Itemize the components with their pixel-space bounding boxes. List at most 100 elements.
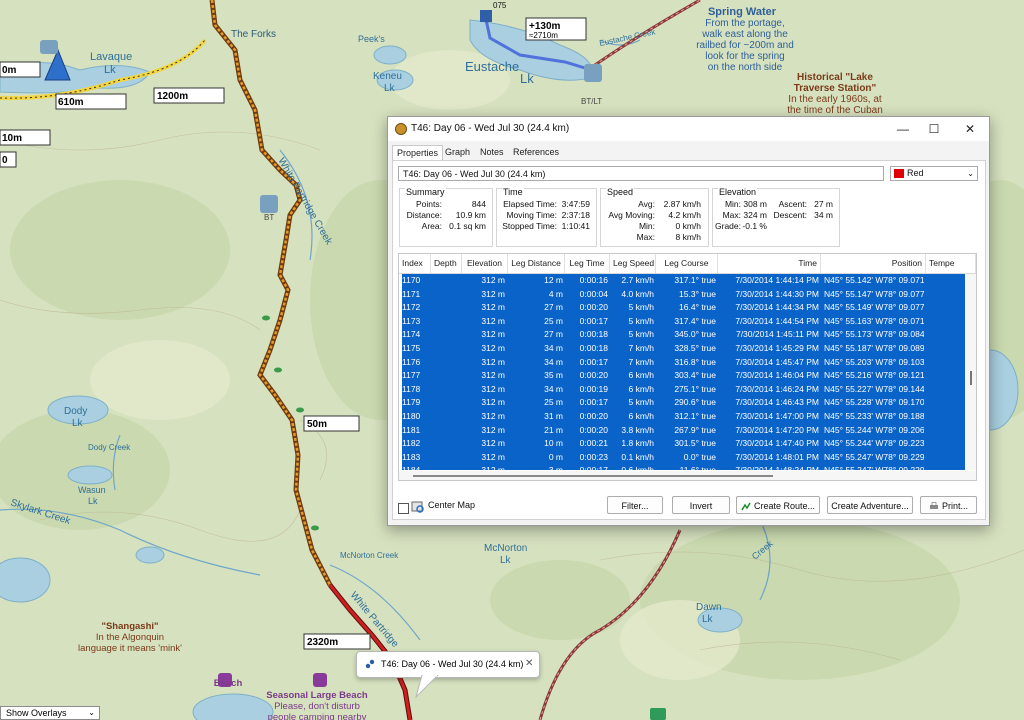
cell-leg-time: 0:00:18 <box>579 329 608 340</box>
cell-leg-speed: 5 km/h <box>628 329 654 340</box>
cell-depth <box>434 328 461 342</box>
show-overlays-dropdown[interactable]: Show Overlays ⌄ <box>0 706 100 720</box>
table-row[interactable]: 1176 312 m 34 m 0:00:17 7 km/h 316.8° true 7/3… <box>402 356 965 370</box>
map-label-dawn-lk: Lk <box>702 614 714 625</box>
table-row[interactable]: 1173 312 m 25 m 0:00:17 5 km/h 317.4° true 7/3… <box>402 315 965 329</box>
map-label-peeks: Peek's <box>358 34 385 44</box>
cell-time: 7/30/2014 1:44:14 PM <box>735 275 819 285</box>
column-header-time[interactable]: Time <box>718 254 821 273</box>
cell-depth <box>434 274 461 288</box>
cell-leg-speed: 0.6 km/h <box>613 464 654 470</box>
color-dropdown[interactable]: Red ⌄ <box>890 166 978 181</box>
cell-depth <box>434 396 461 410</box>
print-button[interactable]: Print... <box>920 496 977 514</box>
table-row[interactable]: 1178 312 m 34 m 0:00:19 6 km/h 275.1° true 7/3… <box>402 383 965 397</box>
column-header-leg-time[interactable]: Leg Time <box>565 254 610 273</box>
color-swatch <box>894 169 904 178</box>
cell-elevation: 312 m <box>481 329 505 340</box>
cell-leg-distance: 27 m <box>544 329 563 340</box>
scroll-thumb[interactable] <box>970 371 972 385</box>
map-label-the-forks: The Forks <box>231 29 276 40</box>
tab-references[interactable]: References <box>509 145 563 159</box>
map-historical-line-2: In the early 1960s, at <box>788 94 882 105</box>
invert-button[interactable]: Invert <box>672 496 730 514</box>
cell-leg-speed: 4.0 km/h <box>621 288 654 299</box>
column-header-depth[interactable]: Depth <box>431 254 462 273</box>
table-row[interactable]: 1175 312 m 34 m 0:00:18 7 km/h 328.5° true 7/3… <box>402 342 965 356</box>
cell-time: 7/30/2014 1:48:01 PM <box>735 451 819 462</box>
grade-label: Grade: <box>715 221 741 231</box>
center-map-icon <box>411 501 424 513</box>
table-body[interactable]: 1170 312 m 12 m 0:00:16 2.7 km/h 317.1° true 7… <box>402 274 965 470</box>
avg-moving-value: 4.2 km/h <box>668 210 701 220</box>
track-name-field[interactable]: T46: Day 06 - Wed Jul 30 (24.4 km) <box>398 166 884 181</box>
cell-leg-speed: 3.8 km/h <box>621 424 654 435</box>
cell-leg-course: 0.0° true <box>683 451 716 462</box>
cell-leg-distance: 25 m <box>544 315 563 326</box>
filter-button[interactable]: Filter... <box>607 496 663 514</box>
tab-graph[interactable]: Graph <box>441 145 474 159</box>
cell-elevation: 312 m <box>481 275 505 285</box>
minimize-button[interactable]: — <box>888 119 918 139</box>
maximize-button[interactable]: ☐ <box>919 119 949 139</box>
table-row[interactable]: 1172 312 m 27 m 0:00:20 5 km/h 16.4° true 7/30… <box>402 301 965 315</box>
max-speed-value: 8 km/h <box>675 232 701 242</box>
cell-time: 7/30/2014 1:44:34 PM <box>735 302 819 313</box>
area-value: 0.1 sq km <box>449 221 486 231</box>
map-spring-line-3: look for the spring <box>705 51 785 62</box>
cell-depth <box>434 383 461 397</box>
map-distance-0m: 0m <box>2 65 17 76</box>
table-row[interactable]: 1184 312 m 3 m 0:00:17 0.6 km/h 11.6° true 7/3… <box>402 464 965 470</box>
map-label-spring-water: Spring Water <box>708 6 777 18</box>
map-label-dody: Dody <box>64 406 87 417</box>
column-header-tempe[interactable]: Tempe <box>926 254 976 273</box>
table-row[interactable]: 1183 312 m 0 m 0:00:23 0.1 km/h 0.0° true 7/30… <box>402 451 965 465</box>
table-row[interactable]: 1170 312 m 12 m 0:00:16 2.7 km/h 317.1° true 7… <box>402 274 965 288</box>
table-row[interactable]: 1179 312 m 25 m 0:00:17 5 km/h 290.6° true 7/3… <box>402 396 965 410</box>
callout-close-icon[interactable]: ✕ <box>525 658 533 669</box>
cell-depth <box>434 342 461 356</box>
column-header-leg-course[interactable]: Leg Course <box>656 254 718 273</box>
map-spring-line-2: railbed for ~200m and <box>696 40 794 51</box>
horizontal-scrollbar[interactable] <box>399 471 976 480</box>
track-callout[interactable]: T46: Day 06 - Wed Jul 30 (24.4 km) ✕ <box>356 651 540 678</box>
column-header-index[interactable]: Index <box>399 254 431 273</box>
cell-leg-course: 317.1° true <box>674 275 716 285</box>
cell-index: 1175 <box>402 343 421 353</box>
center-map-checkbox[interactable] <box>398 503 409 514</box>
title-bar[interactable]: T46: Day 06 - Wed Jul 30 (24.4 km) — ☐ ✕ <box>388 117 989 141</box>
cell-leg-course: 11.6° true <box>659 464 716 470</box>
table-row[interactable]: 1181 312 m 21 m 0:00:20 3.8 km/h 267.9° true 7… <box>402 424 965 438</box>
callout-pointer <box>415 675 439 699</box>
table-row[interactable]: 1171 312 m 4 m 0:00:04 4.0 km/h 15.3° true 7/3… <box>402 288 965 302</box>
scroll-thumb-h[interactable] <box>413 475 773 477</box>
column-header-leg-speed[interactable]: Leg Speed <box>610 254 656 273</box>
table-row[interactable]: 1180 312 m 31 m 0:00:20 6 km/h 312.1° true 7/3… <box>402 410 965 424</box>
cell-leg-course: 15.3° true <box>679 288 716 299</box>
column-header-position[interactable]: Position <box>821 254 926 273</box>
map-label-075: 075 <box>493 1 507 10</box>
create-route-button[interactable]: Create Route... <box>736 496 820 514</box>
elev-min-value: 308 m <box>743 199 767 209</box>
cell-leg-speed: 6 km/h <box>628 411 654 421</box>
cell-leg-distance: 12 m <box>544 275 563 285</box>
create-adventure-button[interactable]: Create Adventure... <box>827 496 913 514</box>
column-header-elevation[interactable]: Elevation <box>462 254 508 273</box>
table-row[interactable]: 1182 312 m 10 m 0:00:21 1.8 km/h 301.5° true 7… <box>402 437 965 451</box>
area-label: Area: <box>421 221 442 231</box>
close-button[interactable]: ✕ <box>955 119 985 139</box>
column-header-leg-distance[interactable]: Leg Distance <box>508 254 565 273</box>
map-shangashi-line-0: "Shangashi" <box>101 621 158 632</box>
map-label-eustache: Eustache <box>465 59 519 74</box>
cell-leg-speed: 5 km/h <box>628 397 654 408</box>
cell-elevation: 312 m <box>481 438 505 449</box>
cell-leg-time: 0:00:20 <box>579 424 608 435</box>
tab-notes[interactable]: Notes <box>476 145 508 159</box>
table-row[interactable]: 1174 312 m 27 m 0:00:18 5 km/h 345.0° true 7/3… <box>402 328 965 342</box>
cell-position: N45° 55.173' W78° 09.084' <box>824 329 924 340</box>
cell-time: 7/30/2014 1:46:43 PM <box>735 397 819 408</box>
tab-properties[interactable]: Properties <box>392 145 444 160</box>
vertical-scrollbar[interactable] <box>966 274 976 470</box>
cell-leg-distance: 34 m <box>544 383 563 394</box>
table-row[interactable]: 1177 312 m 35 m 0:00:20 6 km/h 303.4° true 7/3… <box>402 369 965 383</box>
